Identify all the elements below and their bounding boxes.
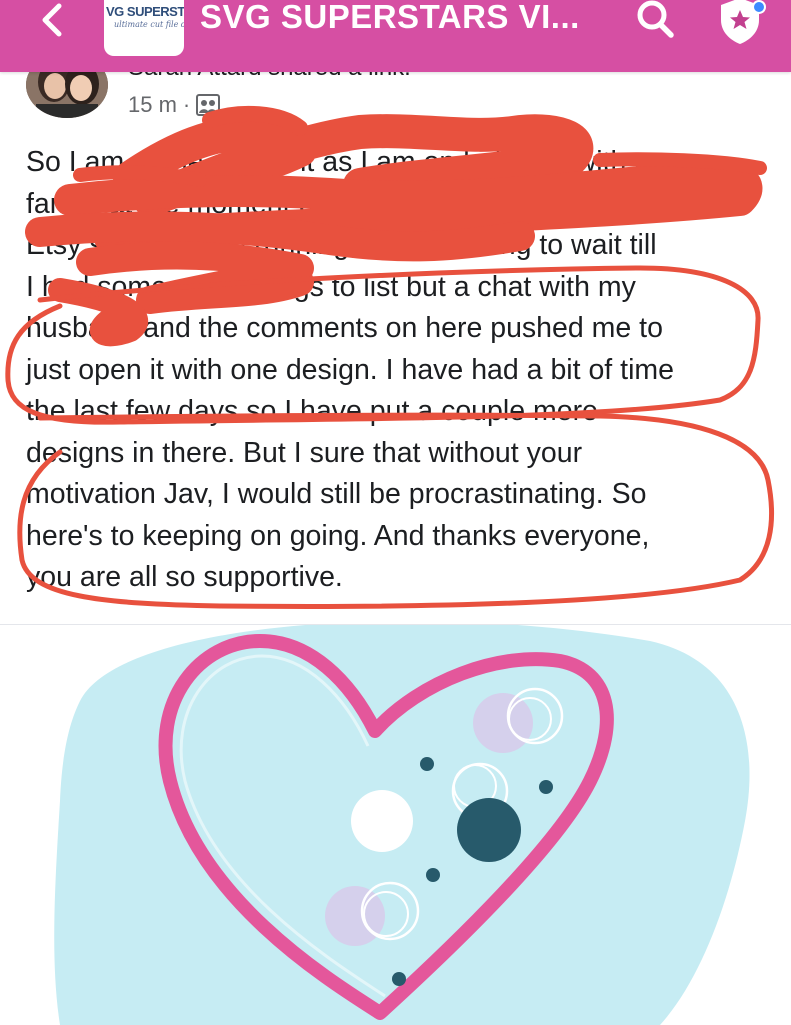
search-button[interactable] [630, 0, 680, 42]
post-meta: 15 m · [128, 90, 221, 120]
post-text-line: here's to keeping on going. And thanks e… [26, 519, 650, 552]
search-icon [637, 0, 674, 38]
shared-link-image[interactable] [0, 624, 791, 1025]
post-text-line: the last few days so I have put a couple… [26, 395, 598, 427]
chevron-left-icon [42, 3, 62, 37]
post-body-text: So I am at the moment as I am on holiday… [26, 142, 766, 599]
group-header-bar: VG SUPERST ultimate cut file designing S… [0, 0, 791, 72]
post-text-line: motivation Jav, I would still be procras… [26, 478, 647, 510]
group-audience-icon [196, 94, 221, 116]
notification-dot [752, 0, 766, 14]
post-text-line: I had some more things to list but a cha… [26, 270, 636, 303]
group-title[interactable]: SVG SUPERSTARS VI... [200, 0, 580, 36]
post-timestamp[interactable]: 15 m [128, 92, 177, 118]
post-text-line: Etsy shop up and running, was planning t… [26, 229, 657, 261]
post-text-line: just open it with one design. I have had… [26, 353, 674, 386]
heart-artwork-image [54, 625, 750, 1025]
group-logo-subtext: ultimate cut file designing [114, 20, 184, 29]
group-logo-avatar[interactable]: VG SUPERST ultimate cut file designing [104, 0, 184, 56]
post-text-line: designs in there. But I sure that withou… [26, 436, 583, 469]
meta-separator: · [182, 92, 191, 117]
post-text-line: you are all so supportive. [26, 561, 343, 593]
back-button[interactable] [28, 0, 76, 40]
post-text-line: So I am at the moment as I am on holiday… [26, 146, 673, 178]
post-text-line: family at the moment but decided to open… [26, 187, 595, 220]
group-logo-text: VG SUPERST [106, 4, 184, 19]
post-text-line: husband and the comments on here pushed … [26, 312, 663, 344]
